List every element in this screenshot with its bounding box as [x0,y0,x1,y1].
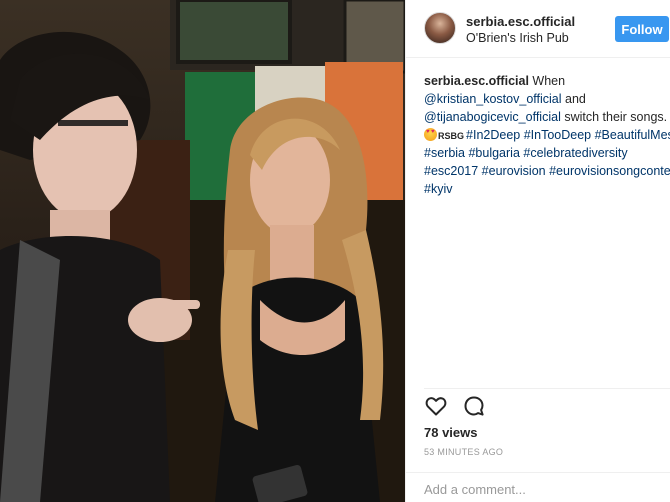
post-timestamp[interactable]: 53 MINUTES AGO [424,447,503,457]
comment-bar [406,472,670,502]
follow-button[interactable]: Follow [615,16,669,42]
hashtags-line[interactable]: #serbia #bulgaria #celebratediversity [424,146,628,160]
view-count: 78 views [424,425,478,440]
mention-kristian[interactable]: @kristian_kostov_official [424,92,562,106]
comment-input[interactable] [424,479,654,499]
avatar[interactable] [424,12,456,44]
post-sidebar: serbia.esc.official O'Brien's Irish Pub … [405,0,670,502]
speech-bubble-icon [464,396,484,416]
like-button[interactable] [424,394,450,420]
hashtags-line[interactable]: #kyiv [424,182,452,196]
username-link[interactable]: serbia.esc.official [466,14,575,29]
caption-text: When [528,74,566,88]
divider [424,388,670,389]
post-photo [0,0,405,502]
caption-username[interactable]: serbia.esc.official [424,74,529,88]
flag-emoji-text: RSBG [438,131,465,141]
comment-button[interactable] [462,394,488,420]
caption-text: and [561,92,586,106]
mention-tijana[interactable]: @tijanabogicevic_official [424,110,561,124]
post-media[interactable] [0,0,405,502]
hashtags-line[interactable]: #In2Deep #InTooDeep #BeautifulMess [466,128,670,142]
heart-outline-icon [425,397,447,416]
caption-text: switch their songs. [560,110,668,124]
post-header: serbia.esc.official O'Brien's Irish Pub … [406,0,670,58]
location-link[interactable]: O'Brien's Irish Pub [466,31,569,45]
hashtags-line[interactable]: #esc2017 #eurovision #eurovisionsongcont… [424,164,670,178]
heart-eyes-emoji-icon [424,128,437,141]
post-caption: serbia.esc.official When @kristian_kosto… [424,72,670,392]
